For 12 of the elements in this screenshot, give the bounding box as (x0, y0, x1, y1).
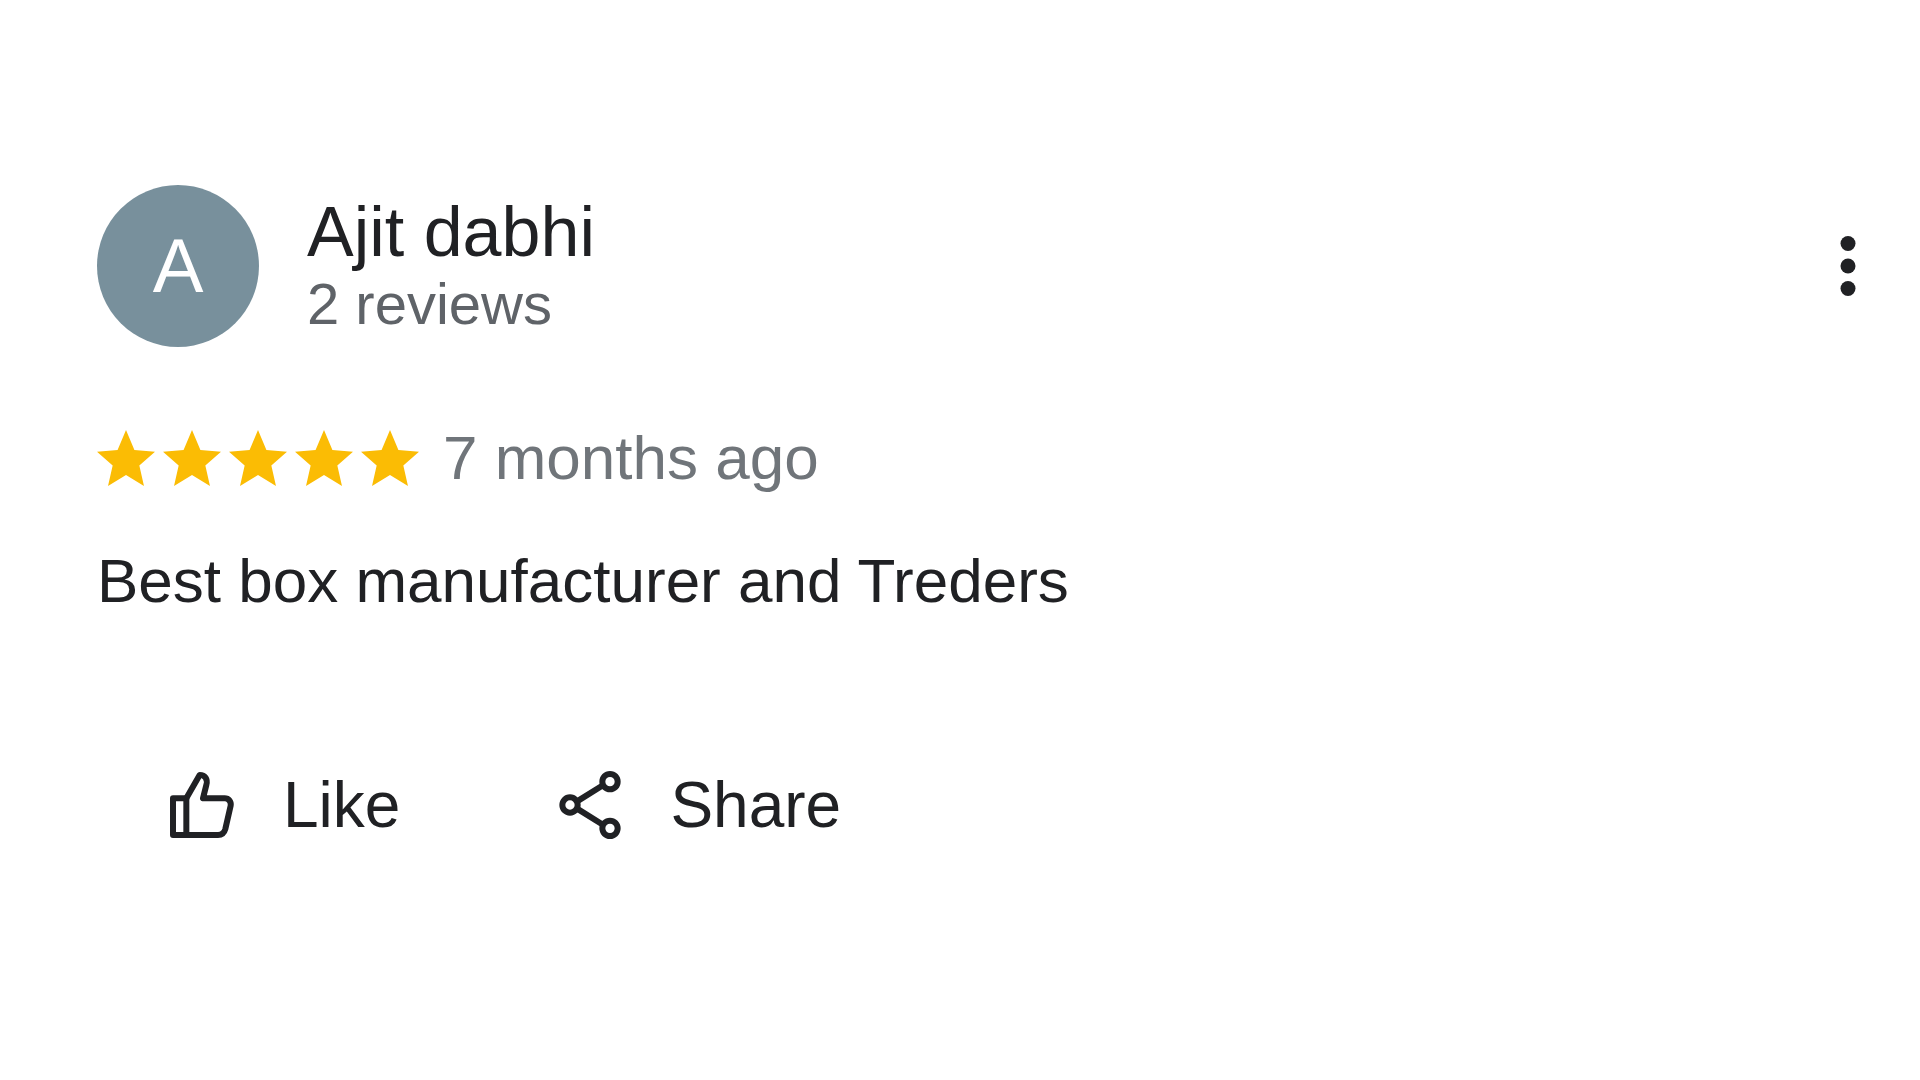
avatar: A (97, 185, 259, 347)
like-button[interactable]: Like (163, 757, 401, 853)
star-icon (97, 428, 155, 487)
star-icon (229, 428, 287, 487)
review-text: Best box manufacturer and Treders (97, 545, 1070, 617)
share-button[interactable]: Share (550, 757, 842, 853)
review-time: 7 months ago (443, 422, 819, 494)
star-icon (295, 428, 353, 487)
author-name: Ajit dabhi (307, 194, 596, 272)
star-icon (163, 428, 221, 487)
star-icon (361, 428, 419, 487)
author-review-count: 2 reviews (307, 271, 553, 338)
